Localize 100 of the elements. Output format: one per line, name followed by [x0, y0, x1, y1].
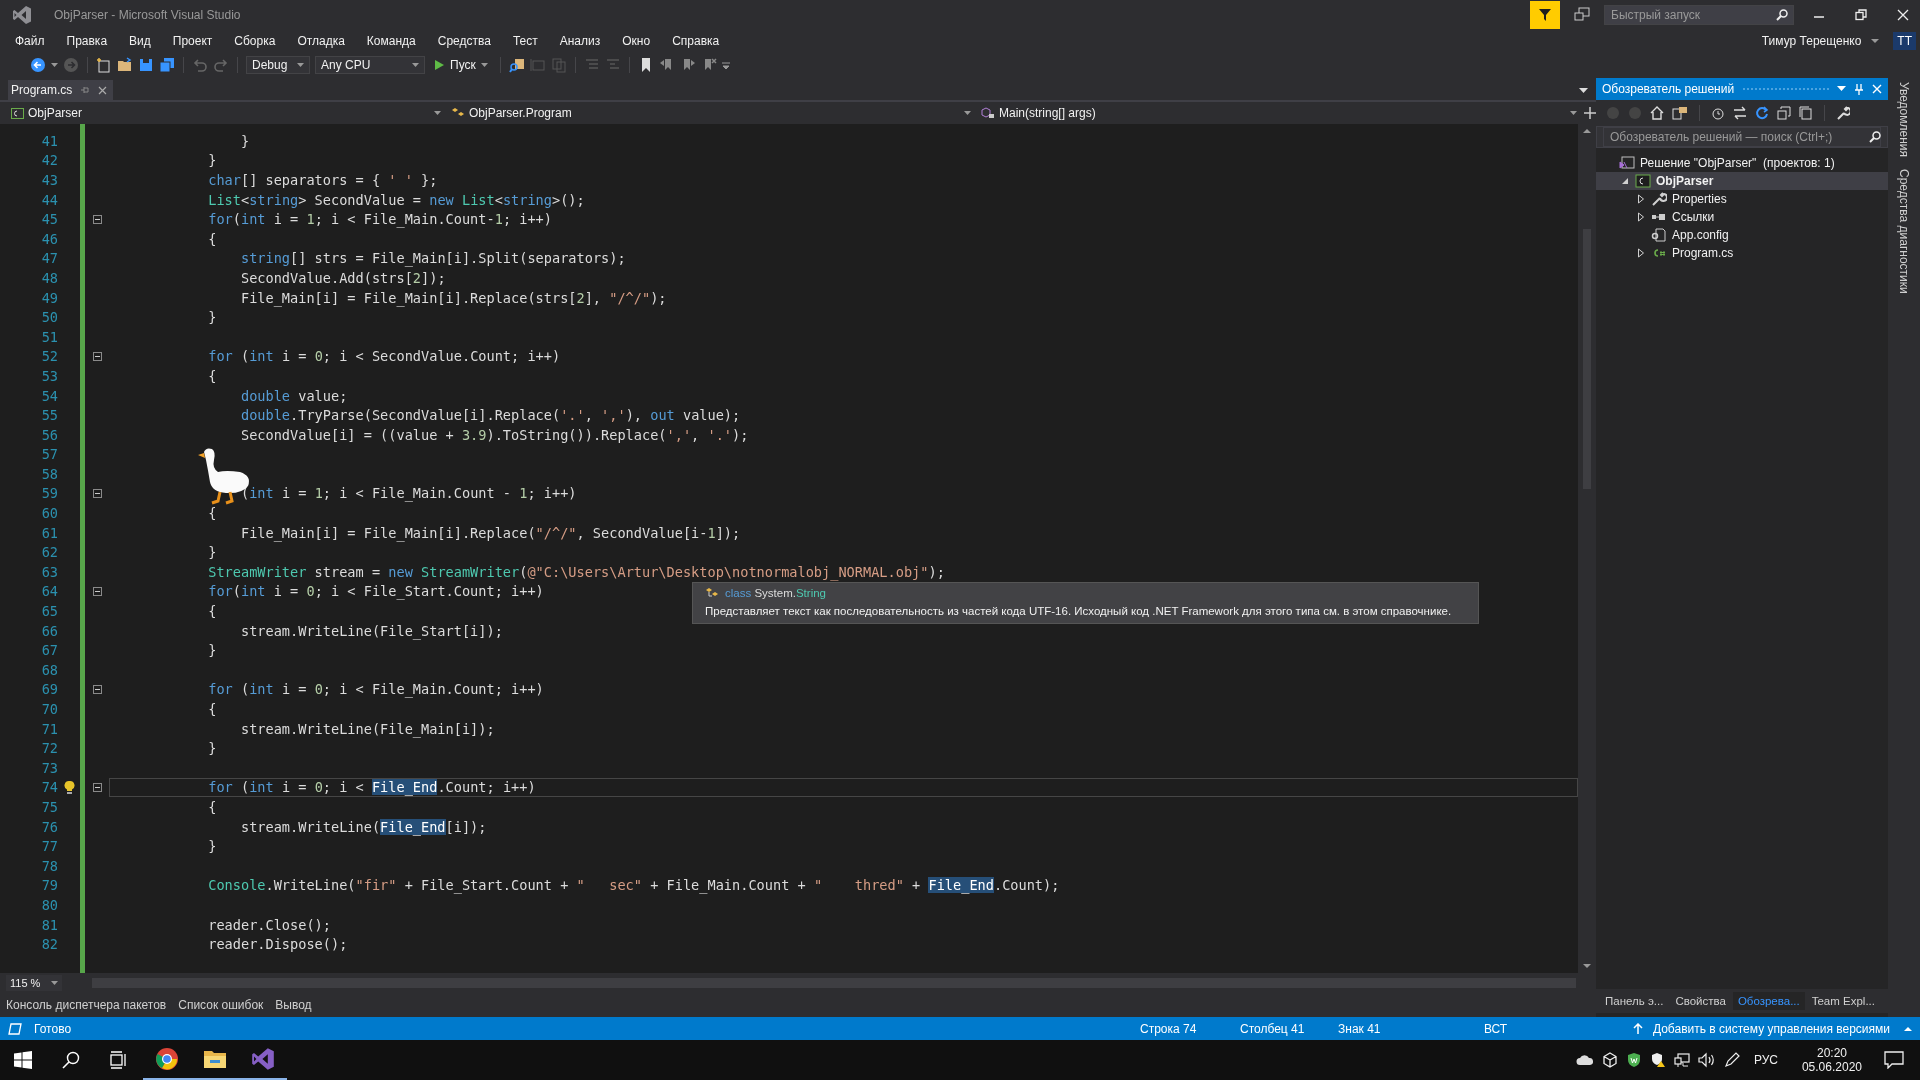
menu-item[interactable]: Справка	[663, 32, 729, 50]
code-line: }	[207, 309, 217, 326]
line-number: 63	[41, 563, 58, 580]
search-field[interactable]: Обозреватель решений — поиск (Ctrl+;)	[1603, 127, 1881, 147]
type-dropdown[interactable]: ObjParser.Program	[448, 104, 974, 122]
configuration-dropdown[interactable]: Debug	[246, 56, 310, 74]
line-number: 68	[41, 661, 58, 678]
line-number: 60	[41, 505, 58, 522]
code-line: stream.WriteLine(File_End[i]);	[239, 818, 487, 835]
tool-tab[interactable]: Список ошибок	[178, 998, 264, 1012]
code-line: StreamWriter stream = new StreamWriter(@"C:\Users\Artur\Desktop\notnormalobj_NORMAL.obj");	[207, 563, 945, 580]
user-avatar[interactable]: TT	[1893, 32, 1916, 50]
code-line: SecondValue[i] = ((value + 3.9).ToString()).Replace(',', '.');	[239, 426, 749, 443]
menu-item[interactable]: Анализ	[550, 32, 610, 50]
code-line: stream.WriteLine(File_Main[i]);	[239, 720, 495, 737]
code-line: {	[207, 230, 217, 247]
tree-item[interactable]: Program.cs	[1596, 244, 1888, 262]
clock-time: 20:20	[1816, 1046, 1847, 1060]
tooltip-signature: class System.String	[725, 587, 826, 599]
line-number: 59	[41, 485, 58, 502]
line-number: 70	[41, 701, 58, 717]
start-button[interactable]: Пуск	[430, 58, 492, 72]
code-line: string[] strs = File_Main[i].Split(separators);	[239, 250, 626, 267]
line-number: 81	[41, 916, 58, 933]
line-number: 46	[41, 230, 58, 247]
tree-item[interactable]: Properties	[1596, 190, 1888, 208]
tree-item[interactable]: App.config	[1596, 226, 1888, 244]
tool-tab[interactable]: Консоль диспетчера пакетов	[6, 998, 167, 1012]
code-line: File_Main[i] = File_Main[i].Replace(strs[2], "/^/");	[239, 289, 667, 306]
code-line: reader.Close();	[207, 916, 331, 933]
code-line: {	[207, 799, 217, 815]
line-number: 61	[41, 524, 58, 541]
line-number: 51	[41, 328, 58, 345]
line-number: 77	[41, 838, 58, 855]
quick-launch-field[interactable]: Быстрый запуск	[1604, 5, 1794, 25]
zoom-dropdown[interactable]: 115 %	[6, 975, 62, 991]
side-tab[interactable]: Уведомления	[1897, 82, 1911, 158]
panel-tab[interactable]: Team Expl...	[1806, 992, 1880, 1010]
line-number: 72	[41, 740, 58, 757]
tool-tab[interactable]: Вывод	[275, 998, 312, 1012]
tree-item[interactable]: Ссылки	[1596, 208, 1888, 226]
line-number: 48	[41, 269, 58, 286]
code-line: File_Main[i] = File_Main[i].Replace("/^/", SecondValue[i-1]);	[239, 524, 741, 541]
code-line: }	[207, 740, 217, 757]
code-line: Console.WriteLine("fir" + File_Start.Count + " sec" + File_Main.Count + " thred" + File_End.Count);	[207, 877, 1060, 894]
panel-title: Обозреватель решений	[1602, 82, 1735, 96]
menu-item[interactable]: Файл	[6, 32, 54, 50]
line-number: 67	[41, 642, 58, 659]
line-number: 49	[41, 289, 58, 306]
line-number: 76	[41, 818, 58, 835]
tooltip-description: Представляет текст как последовательность из частей кода UTF-16. Исходный код .NET Framework для этого типа см. в этом справочнике.	[705, 605, 1453, 617]
line-number: 57	[41, 446, 58, 463]
tree-item-label: Ссылки	[1672, 210, 1715, 224]
menu-item[interactable]: Правка	[57, 32, 117, 50]
panel-tab[interactable]: Обозрева...	[1732, 992, 1805, 1010]
project-dropdown[interactable]: ObjParser	[8, 104, 444, 122]
line-number: 62	[41, 544, 58, 561]
code-line: for(int i = 1; i < File_Main.Count-1; i++)	[207, 211, 552, 228]
source-control-button[interactable]: Добавить в систему управления версиями	[1652, 1021, 1890, 1036]
tree-item[interactable]: Решение "ObjParser" (проектов: 1)	[1596, 154, 1888, 172]
char-indicator: Знак 41	[1338, 1021, 1382, 1036]
line-number: 71	[41, 720, 58, 737]
line-number: 64	[41, 583, 58, 600]
code-line: for (int i = 0; i < SecondValue.Count; i++)	[207, 348, 561, 365]
clock-date: 05.06.2020	[1801, 1060, 1862, 1074]
code-line: stream.WriteLine(File_Start[i]);	[239, 622, 503, 639]
line-number: 65	[41, 603, 58, 620]
line-number: 75	[41, 799, 58, 815]
code-line: }	[239, 132, 250, 149]
line-number: 54	[41, 387, 58, 404]
line-number: 69	[41, 681, 58, 698]
language-indicator[interactable]: РУС	[1753, 1053, 1778, 1067]
menu-item[interactable]: Команда	[357, 32, 425, 50]
clock[interactable]: 20:20 05.06.2020	[1801, 1046, 1862, 1074]
user-name[interactable]: Тимур Терещенко	[1761, 34, 1862, 48]
panel-tab[interactable]: Панель э...	[1600, 992, 1669, 1010]
menu-item[interactable]: Сборка	[225, 32, 285, 50]
menu-item[interactable]: Вид	[120, 32, 160, 50]
menu-item[interactable]: Тест	[503, 32, 547, 50]
code-line: for (int i = 0; i < File_End.Count; i++)	[207, 779, 536, 796]
tree-item-label: App.config	[1672, 228, 1729, 242]
line-number: 58	[41, 465, 58, 482]
tree-item[interactable]: ObjParser	[1596, 172, 1888, 190]
insert-mode-indicator: ВСТ	[1484, 1021, 1509, 1036]
code-line: for (int i = 0; i < File_Main.Count; i++)	[207, 681, 544, 698]
member-dropdown[interactable]: Main(string[] args)	[978, 104, 1580, 122]
side-tab[interactable]: Средства диагностики	[1897, 169, 1911, 294]
menu-item[interactable]: Средства	[428, 32, 500, 50]
menu-item[interactable]: Отладка	[288, 32, 354, 50]
line-number: 74	[41, 779, 58, 796]
line-number: 78	[41, 857, 58, 874]
menu-item[interactable]: Проект	[163, 32, 222, 50]
platform-dropdown[interactable]: Any CPU	[315, 56, 425, 74]
line-number: 45	[41, 211, 58, 228]
line-number: 52	[41, 348, 58, 365]
panel-tab[interactable]: Свойства	[1670, 992, 1731, 1010]
code-line: double value;	[239, 387, 348, 404]
code-line: reader.Dispose();	[207, 936, 348, 953]
tree-item-label: ObjParser	[1656, 174, 1714, 188]
menu-item[interactable]: Окно	[613, 32, 660, 50]
